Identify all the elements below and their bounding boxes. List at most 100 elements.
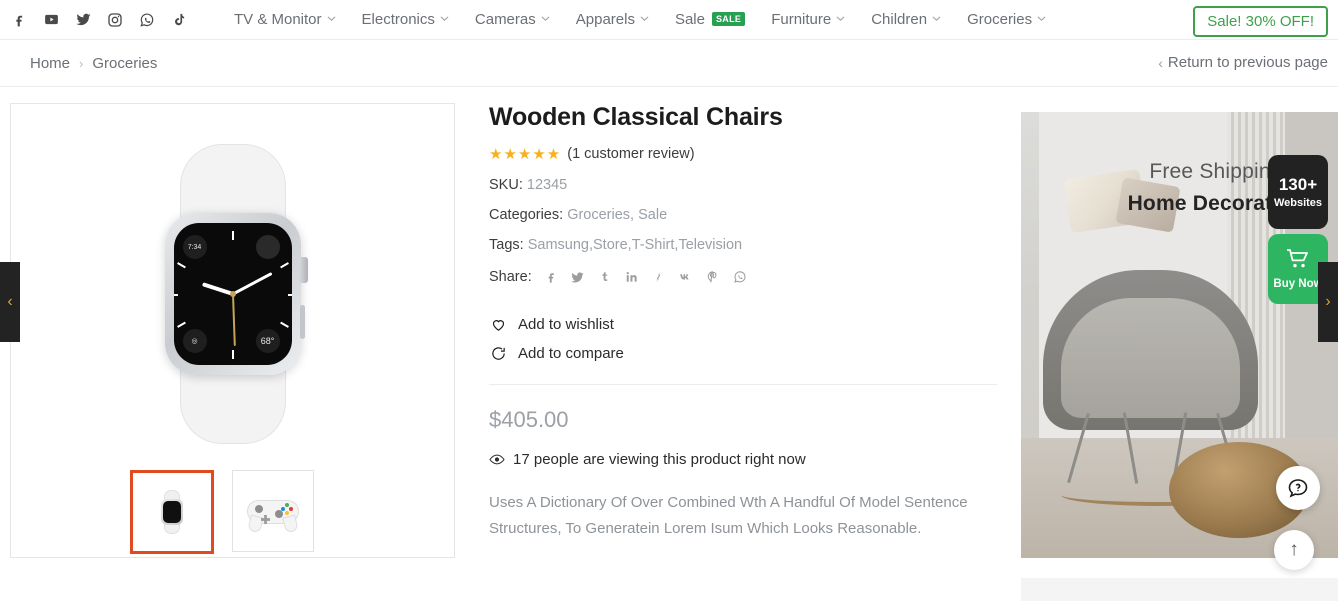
star-rating-icon: ★★★★★ [489, 146, 562, 163]
product-description: Uses A Dictionary Of Over Combined Wth A… [489, 494, 968, 537]
breadcrumb-separator: › [79, 55, 84, 71]
chevron-down-icon [836, 14, 845, 23]
nav-label: Cameras [474, 11, 536, 28]
whatsapp-share-icon[interactable] [732, 269, 748, 285]
category-link-sale[interactable]: Sale [638, 207, 667, 223]
nav-item-tv-monitor[interactable]: TV & Monitor [234, 11, 336, 28]
carousel-next-button[interactable]: › [1318, 262, 1338, 342]
arrow-up-icon: ↑ [1289, 539, 1299, 560]
page-title: Wooden Classical Chairs [489, 103, 783, 131]
tag-link-store[interactable]: Store [593, 237, 628, 253]
nav-item-cameras[interactable]: Cameras [475, 11, 550, 28]
add-to-wishlist-button[interactable]: Add to wishlist [489, 315, 985, 333]
controller-thumb-icon [247, 494, 299, 534]
watch-hour-hand [201, 282, 234, 297]
sku-label: SKU: [489, 177, 523, 193]
return-link-label: Return to previous page [1167, 54, 1328, 71]
instagram-icon[interactable] [106, 11, 124, 29]
tag-link-samsung[interactable]: Samsung [528, 237, 589, 253]
watch-thumb-icon [159, 490, 185, 534]
tag-link-tshirt[interactable]: T-Shirt [632, 237, 675, 253]
tumblr-share-icon[interactable] [597, 269, 613, 285]
linkedin-share-icon[interactable] [624, 269, 640, 285]
whatsapp-icon[interactable] [138, 11, 156, 29]
pinterest-share-icon[interactable] [705, 269, 721, 285]
watch-side-button [299, 305, 305, 340]
product-price: $405.00 [489, 407, 569, 432]
skype-share-icon[interactable] [651, 269, 667, 285]
below-banner-strip [1021, 578, 1338, 601]
breadcrumb-item-home[interactable]: Home [30, 55, 70, 72]
top-navigation-bar: TV & Monitor Electronics Cameras Apparel… [0, 0, 1338, 40]
vk-share-icon[interactable] [678, 269, 694, 285]
nav-label: Furniture [771, 11, 832, 28]
share-label: Share: [489, 269, 532, 285]
scroll-to-top-button[interactable]: ↑ [1274, 530, 1314, 570]
compare-label: Add to compare [518, 344, 624, 362]
chevron-down-icon [327, 14, 336, 23]
sale-promo-button[interactable]: Sale! 30% OFF! [1193, 6, 1328, 37]
sku-value: 12345 [526, 177, 568, 193]
watch-complication-time: 7:34 [182, 235, 207, 260]
watch-screen: 7:34 ◎ 68° [173, 223, 292, 366]
sale-badge: SALE [711, 11, 746, 26]
product-thumbnails [10, 470, 465, 554]
tags-label: Tags: [489, 237, 524, 253]
live-viewers-text: 17 people are viewing this product right… [513, 451, 806, 468]
watch-pivot [229, 291, 236, 298]
chevron-down-icon [440, 14, 449, 23]
product-page: TV & Monitor Electronics Cameras Apparel… [0, 0, 1338, 601]
breadcrumb: Home › Groceries [30, 55, 157, 72]
eye-icon [489, 452, 505, 468]
buy-now-label: Buy Now [1273, 278, 1323, 290]
nav-item-children[interactable]: Children [871, 11, 941, 28]
thumbnail-watch[interactable] [130, 470, 214, 554]
tiktok-icon[interactable] [170, 11, 188, 29]
carousel-prev-button[interactable]: ‹ [0, 262, 20, 342]
tags-line: Tags: Samsung,Store,T-Shirt,Television [489, 237, 743, 253]
facebook-share-icon[interactable] [543, 269, 559, 285]
share-row: Share: [489, 269, 985, 285]
sku-line: SKU: 12345 [489, 177, 985, 193]
watch-second-hand [231, 294, 236, 347]
help-chat-button[interactable] [1276, 466, 1320, 510]
breadcrumb-bar: Home › Groceries ‹ Return to previous pa… [0, 40, 1338, 87]
categories-line: Categories: Groceries, Sale [489, 207, 668, 223]
nav-item-sale[interactable]: Sale SALE [674, 11, 746, 28]
review-count-link[interactable]: (1 customer review) [567, 146, 694, 162]
nav-label: Electronics [361, 11, 435, 28]
nav-item-furniture[interactable]: Furniture [771, 11, 845, 28]
details-divider [489, 384, 997, 385]
thumbnail-controller[interactable] [232, 470, 314, 552]
wishlist-label: Add to wishlist [518, 315, 614, 333]
chevron-left-icon: ‹ [7, 293, 13, 310]
question-chat-icon [1288, 479, 1308, 498]
product-details: Wooden Classical Chairs ★★★★★ (1 custome… [465, 103, 1005, 554]
return-to-previous-page-link[interactable]: ‹ Return to previous page [1158, 54, 1328, 71]
websites-count-label: Websites [1273, 197, 1323, 209]
nav-item-apparels[interactable]: Apparels [576, 11, 649, 28]
heart-icon [489, 315, 507, 333]
watch-complication-activity: ◎ [182, 329, 207, 354]
youtube-icon[interactable] [42, 11, 60, 29]
breadcrumb-item-groceries[interactable]: Groceries [92, 55, 157, 72]
add-to-compare-button[interactable]: Add to compare [489, 344, 985, 362]
websites-count-number: 130+ [1278, 175, 1318, 194]
nav-label: Groceries [967, 11, 1033, 28]
nav-item-electronics[interactable]: Electronics [362, 11, 449, 28]
watch-case: 7:34 ◎ 68° [164, 213, 308, 376]
watch-complication-temperature: 68° [255, 329, 280, 354]
facebook-icon[interactable] [10, 11, 28, 29]
chevron-down-icon [541, 14, 550, 23]
chevron-left-icon: ‹ [1158, 54, 1163, 71]
category-link-groceries[interactable]: Groceries [567, 207, 630, 223]
nav-label: Sale [674, 11, 705, 28]
tag-link-television[interactable]: Television [678, 237, 742, 253]
chevron-down-icon [640, 14, 649, 23]
categories-label: Categories: [489, 207, 564, 223]
live-viewers-row: 17 people are viewing this product right… [489, 451, 985, 468]
twitter-share-icon[interactable] [570, 269, 586, 285]
product-actions: Add to wishlist Add to compare [489, 315, 985, 362]
nav-item-groceries[interactable]: Groceries [967, 11, 1046, 28]
twitter-icon[interactable] [74, 11, 92, 29]
